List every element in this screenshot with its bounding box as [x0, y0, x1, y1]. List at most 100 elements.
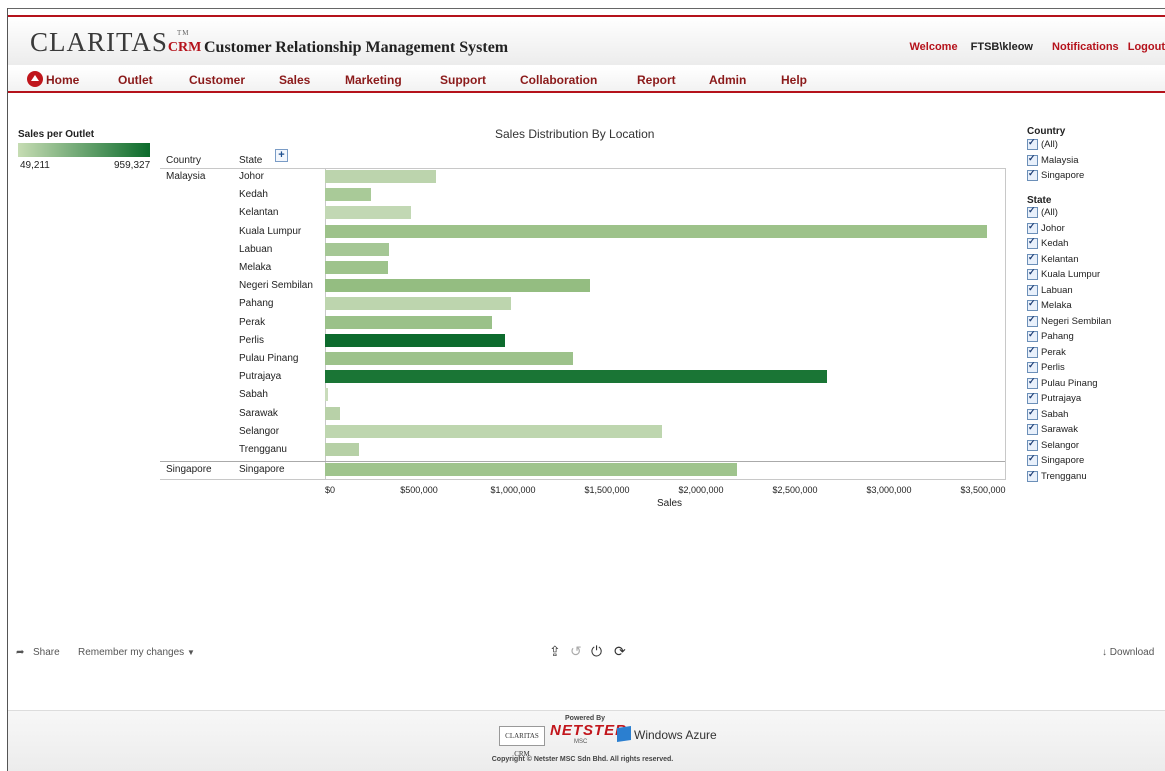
nav-support[interactable]: Support [440, 73, 486, 87]
bar-pulau-pinang[interactable] [325, 352, 574, 365]
state-label: Labuan [239, 243, 273, 255]
filter-option-label: Selangor [1041, 439, 1080, 451]
checkbox-checked-icon [1027, 298, 1038, 311]
filter-option-label: Perlis [1041, 362, 1065, 374]
bar-kuala-lumpur[interactable] [325, 224, 987, 238]
top-border [7, 8, 1165, 9]
app-frame: CLARITASCRM TM Customer Relationship Man… [0, 0, 1165, 771]
refresh-icon[interactable]: ⟳ [614, 643, 626, 660]
filter-option-label: Putrajaya [1041, 393, 1082, 405]
download-label: Download [1109, 647, 1155, 658]
logo-tm: TM [177, 29, 190, 37]
x-tick-label: $3,500,000 [960, 485, 1006, 495]
nav-admin[interactable]: Admin [709, 73, 746, 87]
state-checkbox-trengganu[interactable]: Trengganu [1027, 469, 1087, 482]
state-checkbox-johor[interactable]: Johor [1027, 221, 1065, 234]
share-button[interactable]: Share [33, 647, 60, 658]
remember-label: Remember my changes [78, 647, 185, 658]
nav-marketing[interactable]: Marketing [345, 73, 402, 87]
nav-help[interactable]: Help [781, 73, 807, 87]
nav-customer[interactable]: Customer [189, 73, 245, 87]
bar-perlis[interactable] [325, 333, 505, 347]
expand-plus-icon[interactable]: + [275, 149, 288, 162]
claritas-logo[interactable]: CLARITASCRM TM [30, 27, 201, 58]
download-button[interactable]: ↓ Download [1102, 647, 1154, 658]
bar-sarawak[interactable] [325, 406, 341, 420]
country-checkbox-malaysia[interactable]: Malaysia [1027, 153, 1079, 166]
filter-option-label: Kedah [1041, 238, 1069, 250]
checkbox-checked-icon [1027, 422, 1038, 435]
bar-kelantan[interactable] [325, 206, 412, 220]
state-checkbox-sabah[interactable]: Sabah [1027, 407, 1068, 420]
filter-option-label: Labuan [1041, 284, 1073, 296]
state-label: Pulau Pinang [239, 353, 299, 364]
undo-icon[interactable]: ↺ [570, 643, 582, 660]
filter-option-label: Kuala Lumpur [1041, 269, 1101, 281]
bar-sabah[interactable] [325, 388, 328, 402]
state-checkbox-sarawak[interactable]: Sarawak [1027, 422, 1078, 435]
checkbox-checked-icon [1027, 205, 1038, 218]
bar-trengganu[interactable] [325, 443, 359, 456]
bar-selangor[interactable] [325, 424, 662, 438]
logo-text: CLARITAS [30, 27, 168, 57]
state-checkbox-kuala-lumpur[interactable]: Kuala Lumpur [1027, 267, 1101, 281]
nav-home[interactable]: Home [46, 73, 79, 87]
header: CLARITASCRM TM Customer Relationship Man… [8, 17, 1165, 65]
bar-johor[interactable] [325, 170, 436, 183]
logout-link[interactable]: Logout [1128, 41, 1165, 53]
windows-azure-icon [617, 726, 631, 742]
filter-option-label: Singapore [1041, 455, 1085, 467]
checkbox-checked-icon [1027, 267, 1038, 280]
state-checkbox-pahang[interactable]: Pahang [1027, 329, 1074, 342]
nav-collaboration[interactable]: Collaboration [520, 73, 597, 87]
state-checkbox-negeri-sembilan[interactable]: Negeri Sembilan [1027, 314, 1111, 327]
state-label: Kedah [239, 189, 268, 201]
country-checkbox-singapore[interactable]: Singapore [1027, 168, 1084, 181]
filter-option-label: Johor [1041, 222, 1065, 234]
bar-labuan[interactable] [325, 242, 389, 256]
state-checkbox-melaka[interactable]: Melaka [1027, 298, 1072, 312]
bar-putrajaya[interactable] [325, 370, 827, 384]
filter-option-label: Melaka [1041, 300, 1072, 312]
main-nav: Home Outlet Customer Sales Marketing Sup… [8, 67, 1165, 93]
bar-singapore[interactable] [325, 463, 737, 477]
state-checkbox-labuan[interactable]: Labuan [1027, 283, 1073, 296]
bar-pahang[interactable] [325, 297, 512, 311]
powered-by-label: Powered By [565, 715, 606, 722]
country-checkbox-all[interactable]: (All) [1027, 137, 1058, 150]
state-checkbox-selangor[interactable]: Selangor [1027, 438, 1080, 451]
filter-country-title: Country [1027, 126, 1066, 137]
state-checkbox-putrajaya[interactable]: Putrajaya [1027, 391, 1082, 405]
state-checkbox-kelantan[interactable]: Kelantan [1027, 252, 1079, 265]
nav-report[interactable]: Report [637, 73, 676, 87]
nav-sales[interactable]: Sales [279, 73, 310, 87]
checkbox-checked-icon [1027, 407, 1038, 420]
bar-kedah[interactable] [325, 188, 372, 202]
state-checkbox-singapore[interactable]: Singapore [1027, 453, 1085, 467]
notifications-link[interactable]: Notifications [1052, 41, 1119, 53]
x-tick-label: $2,000,000 [678, 485, 724, 495]
export-icon[interactable]: ⇪ [549, 643, 561, 660]
state-checkbox-perlis[interactable]: Perlis [1027, 360, 1065, 374]
bar-melaka[interactable] [325, 261, 388, 274]
state-checkbox-perak[interactable]: Perak [1027, 345, 1066, 358]
state-label: Negeri Sembilan [239, 280, 313, 292]
state-checkbox-kedah[interactable]: Kedah [1027, 236, 1069, 250]
bar-perak[interactable] [325, 315, 493, 329]
nav-outlet[interactable]: Outlet [118, 73, 153, 87]
checkbox-checked-icon [1027, 329, 1038, 342]
bar-negeri-sembilan[interactable] [325, 279, 591, 293]
username: FTSB\kleow [970, 41, 1033, 53]
system-title: Customer Relationship Management System [204, 39, 509, 56]
state-checkbox-all[interactable]: (All) [1027, 205, 1058, 218]
download-icon: ↓ [1102, 647, 1107, 658]
share-icon[interactable]: ➦ [16, 647, 24, 658]
revert-icon[interactable]: ⏻ [591, 643, 602, 660]
remember-changes-dropdown[interactable]: Remember my changes ▼ [78, 647, 195, 658]
home-icon[interactable] [27, 71, 43, 87]
state-checkbox-pulau-pinang[interactable]: Pulau Pinang [1027, 376, 1098, 389]
state-label: Perak [239, 316, 266, 328]
country-label: Singapore [166, 464, 212, 476]
welcome-label: Welcome [909, 41, 958, 53]
x-axis-label: Sales [657, 498, 683, 509]
